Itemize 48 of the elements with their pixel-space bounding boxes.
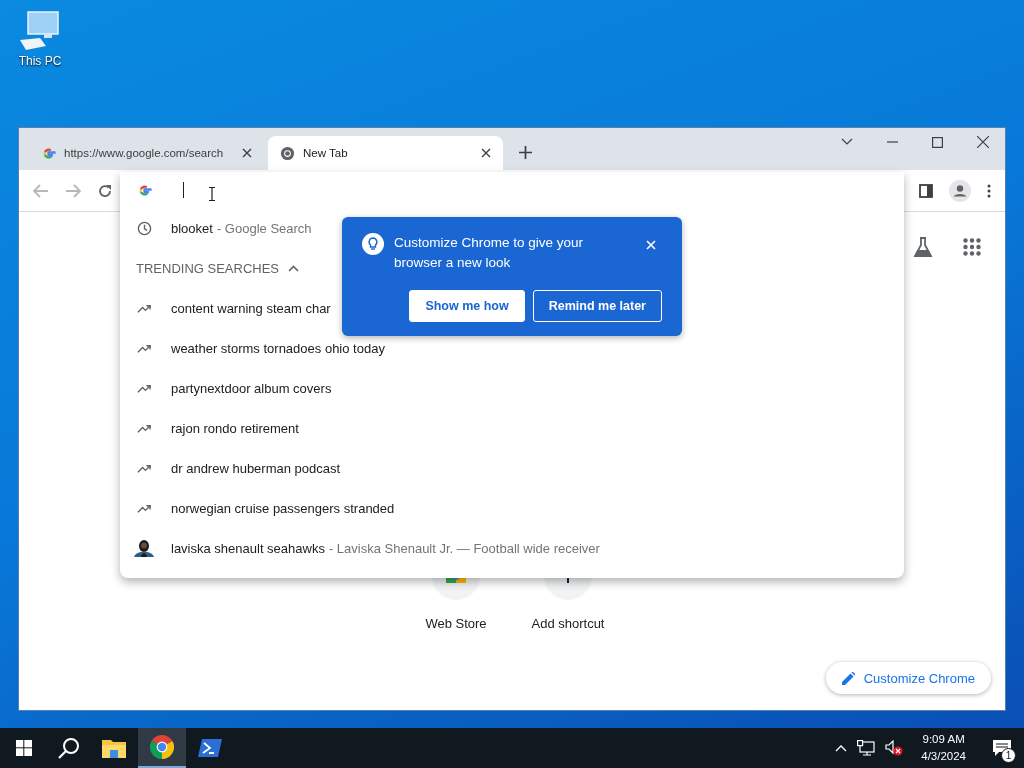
chevron-up-icon[interactable] bbox=[835, 744, 848, 752]
close-icon[interactable] bbox=[977, 136, 989, 148]
profile-icon[interactable] bbox=[949, 179, 971, 202]
pencil-icon bbox=[841, 671, 855, 685]
suggestion-item[interactable]: laviska shenault seahawks - Laviska Shenault Jr. — Football wide receiver bbox=[120, 528, 604, 568]
maximize-icon[interactable] bbox=[932, 136, 943, 148]
text-cursor-icon bbox=[208, 187, 216, 201]
customize-chrome-button[interactable]: Customize Chrome bbox=[825, 662, 991, 694]
clock-time[interactable]: 9:09 AM bbox=[922, 731, 965, 748]
chevron-down-icon[interactable] bbox=[841, 138, 853, 146]
suggestion-item[interactable]: blooket - Google Search bbox=[120, 208, 316, 248]
start-icon[interactable] bbox=[16, 740, 32, 756]
text-caret bbox=[183, 182, 184, 198]
suggestion-item[interactable]: partynextdoor album covers bbox=[120, 368, 336, 408]
close-icon[interactable] bbox=[242, 148, 252, 158]
suggestion-item[interactable]: norwegian cruise passengers stranded bbox=[120, 488, 399, 528]
reload-icon[interactable] bbox=[97, 182, 113, 199]
menu-icon[interactable] bbox=[987, 183, 991, 198]
section-heading: TRENDING SEARCHES bbox=[136, 260, 280, 276]
browser-tab[interactable]: New Tab bbox=[268, 136, 503, 170]
new-tab-icon[interactable] bbox=[519, 146, 532, 159]
bubble-button[interactable]: Remind me later bbox=[532, 290, 662, 322]
suggestion-item[interactable]: weather storms tornadoes ohio today bbox=[120, 328, 389, 368]
suggestion-item[interactable]: content warning steam char bbox=[120, 288, 335, 328]
taskbar-app[interactable] bbox=[138, 728, 186, 768]
folder-icon bbox=[102, 738, 126, 758]
browser-tab[interactable]: https://www.google.com/search bbox=[29, 136, 264, 170]
side-panel-icon[interactable] bbox=[919, 183, 933, 198]
suggestion-item[interactable]: rajon rondo retirement bbox=[120, 408, 303, 448]
terminal-icon bbox=[198, 738, 222, 758]
bubble-text: Customize Chrome to give your browser a new look bbox=[394, 234, 585, 272]
search-icon[interactable] bbox=[58, 737, 80, 759]
chrome-icon bbox=[150, 735, 174, 759]
clock-date[interactable]: 4/3/2024 bbox=[921, 748, 966, 765]
suggestion-item[interactable]: dr andrew huberman podcast bbox=[120, 448, 345, 488]
lightbulb-icon bbox=[362, 233, 384, 255]
muted-speaker-icon[interactable] bbox=[885, 740, 904, 756]
flask-icon[interactable] bbox=[913, 237, 933, 257]
close-icon[interactable] bbox=[481, 148, 491, 158]
computer-icon[interactable] bbox=[18, 10, 62, 52]
clock-icon bbox=[137, 220, 152, 236]
bubble-button[interactable]: Show me how bbox=[409, 290, 525, 322]
network-icon[interactable] bbox=[857, 740, 876, 756]
desktop-icon-label[interactable]: This PC bbox=[18, 54, 62, 68]
notification-count: 1 bbox=[1001, 748, 1016, 763]
chrome-icon bbox=[280, 145, 295, 161]
chevron-icon[interactable] bbox=[288, 264, 300, 272]
apps-icon[interactable] bbox=[963, 238, 981, 256]
